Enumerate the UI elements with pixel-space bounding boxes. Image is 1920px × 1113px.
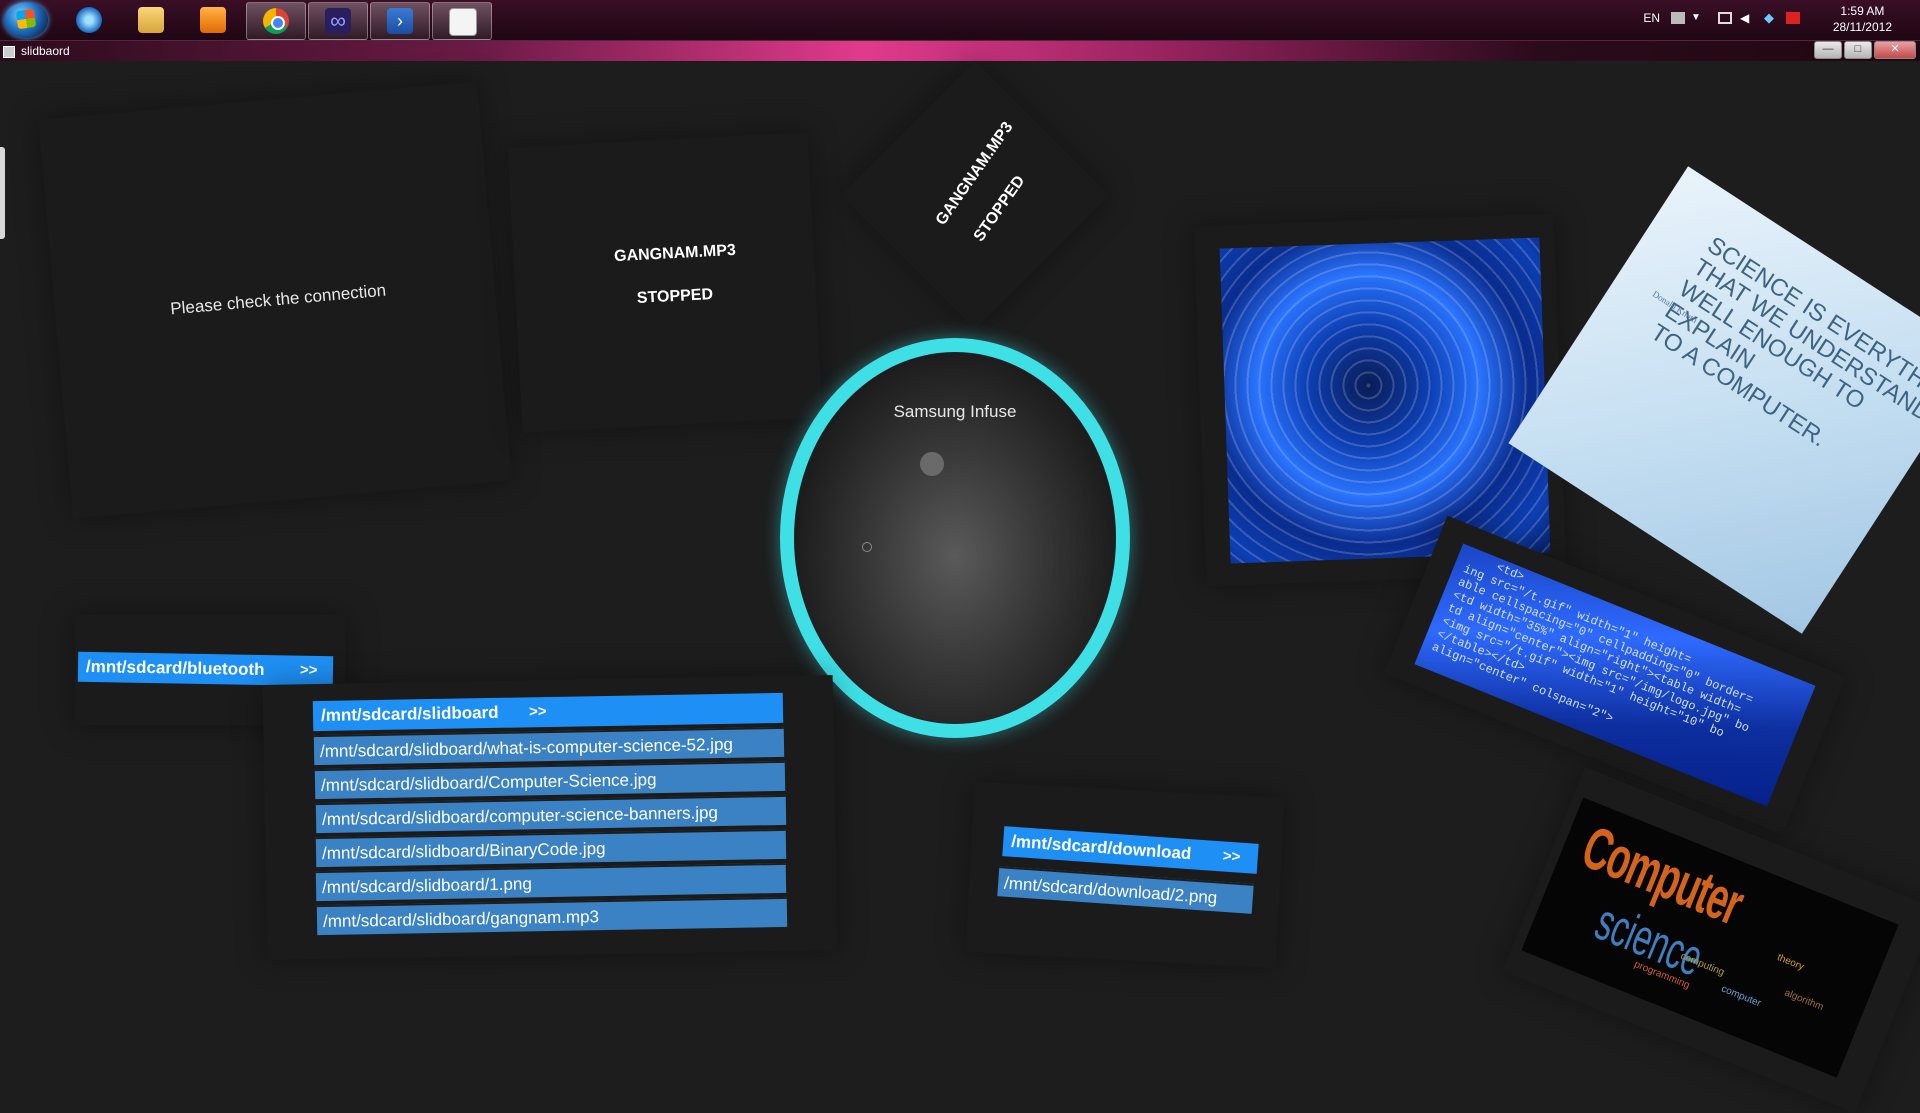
folder-download-expand[interactable]: >> <box>1222 841 1242 872</box>
taskbar-explorer[interactable] <box>122 2 180 38</box>
taskbar-chrome[interactable] <box>246 2 306 40</box>
science-quote: SCIENCE IS EVERYTHING THAT WE UNDERSTAND… <box>1645 231 1920 453</box>
close-button[interactable]: ✕ <box>1874 41 1916 59</box>
clock-time: 1:59 AM <box>1840 4 1885 18</box>
tray-expand-icon[interactable]: ▼ <box>1691 12 1705 24</box>
device-indicator-dot <box>920 452 944 476</box>
window-controls: — □ ✕ <box>1814 41 1916 59</box>
left-edge-handle[interactable] <box>0 147 5 239</box>
minimize-button[interactable]: — <box>1814 41 1842 59</box>
binary-tunnel-image[interactable] <box>1219 237 1551 564</box>
taskbar-powershell[interactable]: › <box>370 2 430 40</box>
language-indicator[interactable]: EN <box>1643 11 1660 25</box>
window-title: slidbaord <box>21 44 70 58</box>
window-app-icon <box>3 46 15 58</box>
action-center-flag-icon[interactable] <box>1786 12 1800 24</box>
song-tile-rotated[interactable] <box>840 60 1110 330</box>
clock-date: 28/11/2012 <box>1832 20 1892 34</box>
folder-bluetooth[interactable]: /mnt/sdcard/bluetooth >> <box>77 651 334 687</box>
system-tray: EN ▼ ◀ ◆ 1:59 AM 28/11/2012 <box>1620 0 1920 40</box>
chrome-icon <box>263 8 289 34</box>
powershell-icon: › <box>387 8 413 34</box>
start-button[interactable] <box>4 2 48 38</box>
taskbar-media-player[interactable] <box>184 2 242 38</box>
device-name: Samsung Infuse <box>893 402 1017 421</box>
media-player-icon <box>200 7 226 33</box>
folder-slidboard-expand[interactable]: >> <box>529 697 547 727</box>
taskbar-infinity-app[interactable]: ∞ <box>308 2 368 40</box>
window-titlebar[interactable]: slidbaord — □ ✕ <box>0 41 1920 61</box>
volume-icon[interactable]: ◀ <box>1740 12 1754 24</box>
folder-bluetooth-expand[interactable]: >> <box>300 656 318 686</box>
keyboard-icon[interactable] <box>1671 12 1685 24</box>
folder-icon <box>138 7 164 33</box>
folder-bluetooth-path: /mnt/sdcard/bluetooth <box>85 656 265 680</box>
ie-icon <box>76 7 102 33</box>
clock[interactable]: 1:59 AM 28/11/2012 <box>1833 3 1892 35</box>
dropbox-icon[interactable]: ◆ <box>1764 11 1778 24</box>
infinity-icon: ∞ <box>325 8 351 34</box>
science-quote-image[interactable]: SCIENCE IS EVERYTHING THAT WE UNDERSTAND… <box>1508 166 1920 634</box>
taskbar: ∞ › EN ▼ ◀ ◆ 1:59 AM 28/11/2012 <box>0 0 1920 41</box>
network-icon[interactable] <box>1718 12 1732 24</box>
folder-slidboard-path: /mnt/sdcard/slidboard <box>320 702 499 725</box>
folder-download-path: /mnt/sdcard/download <box>1010 831 1192 864</box>
song-tile[interactable] <box>507 132 823 433</box>
taskbar-slidboard[interactable] <box>432 2 492 40</box>
taskbar-ie[interactable] <box>60 2 118 38</box>
maximize-button[interactable]: □ <box>1844 41 1872 59</box>
windows-logo-icon <box>15 8 37 30</box>
device-cursor-dot <box>862 542 872 552</box>
app-icon <box>449 8 477 36</box>
